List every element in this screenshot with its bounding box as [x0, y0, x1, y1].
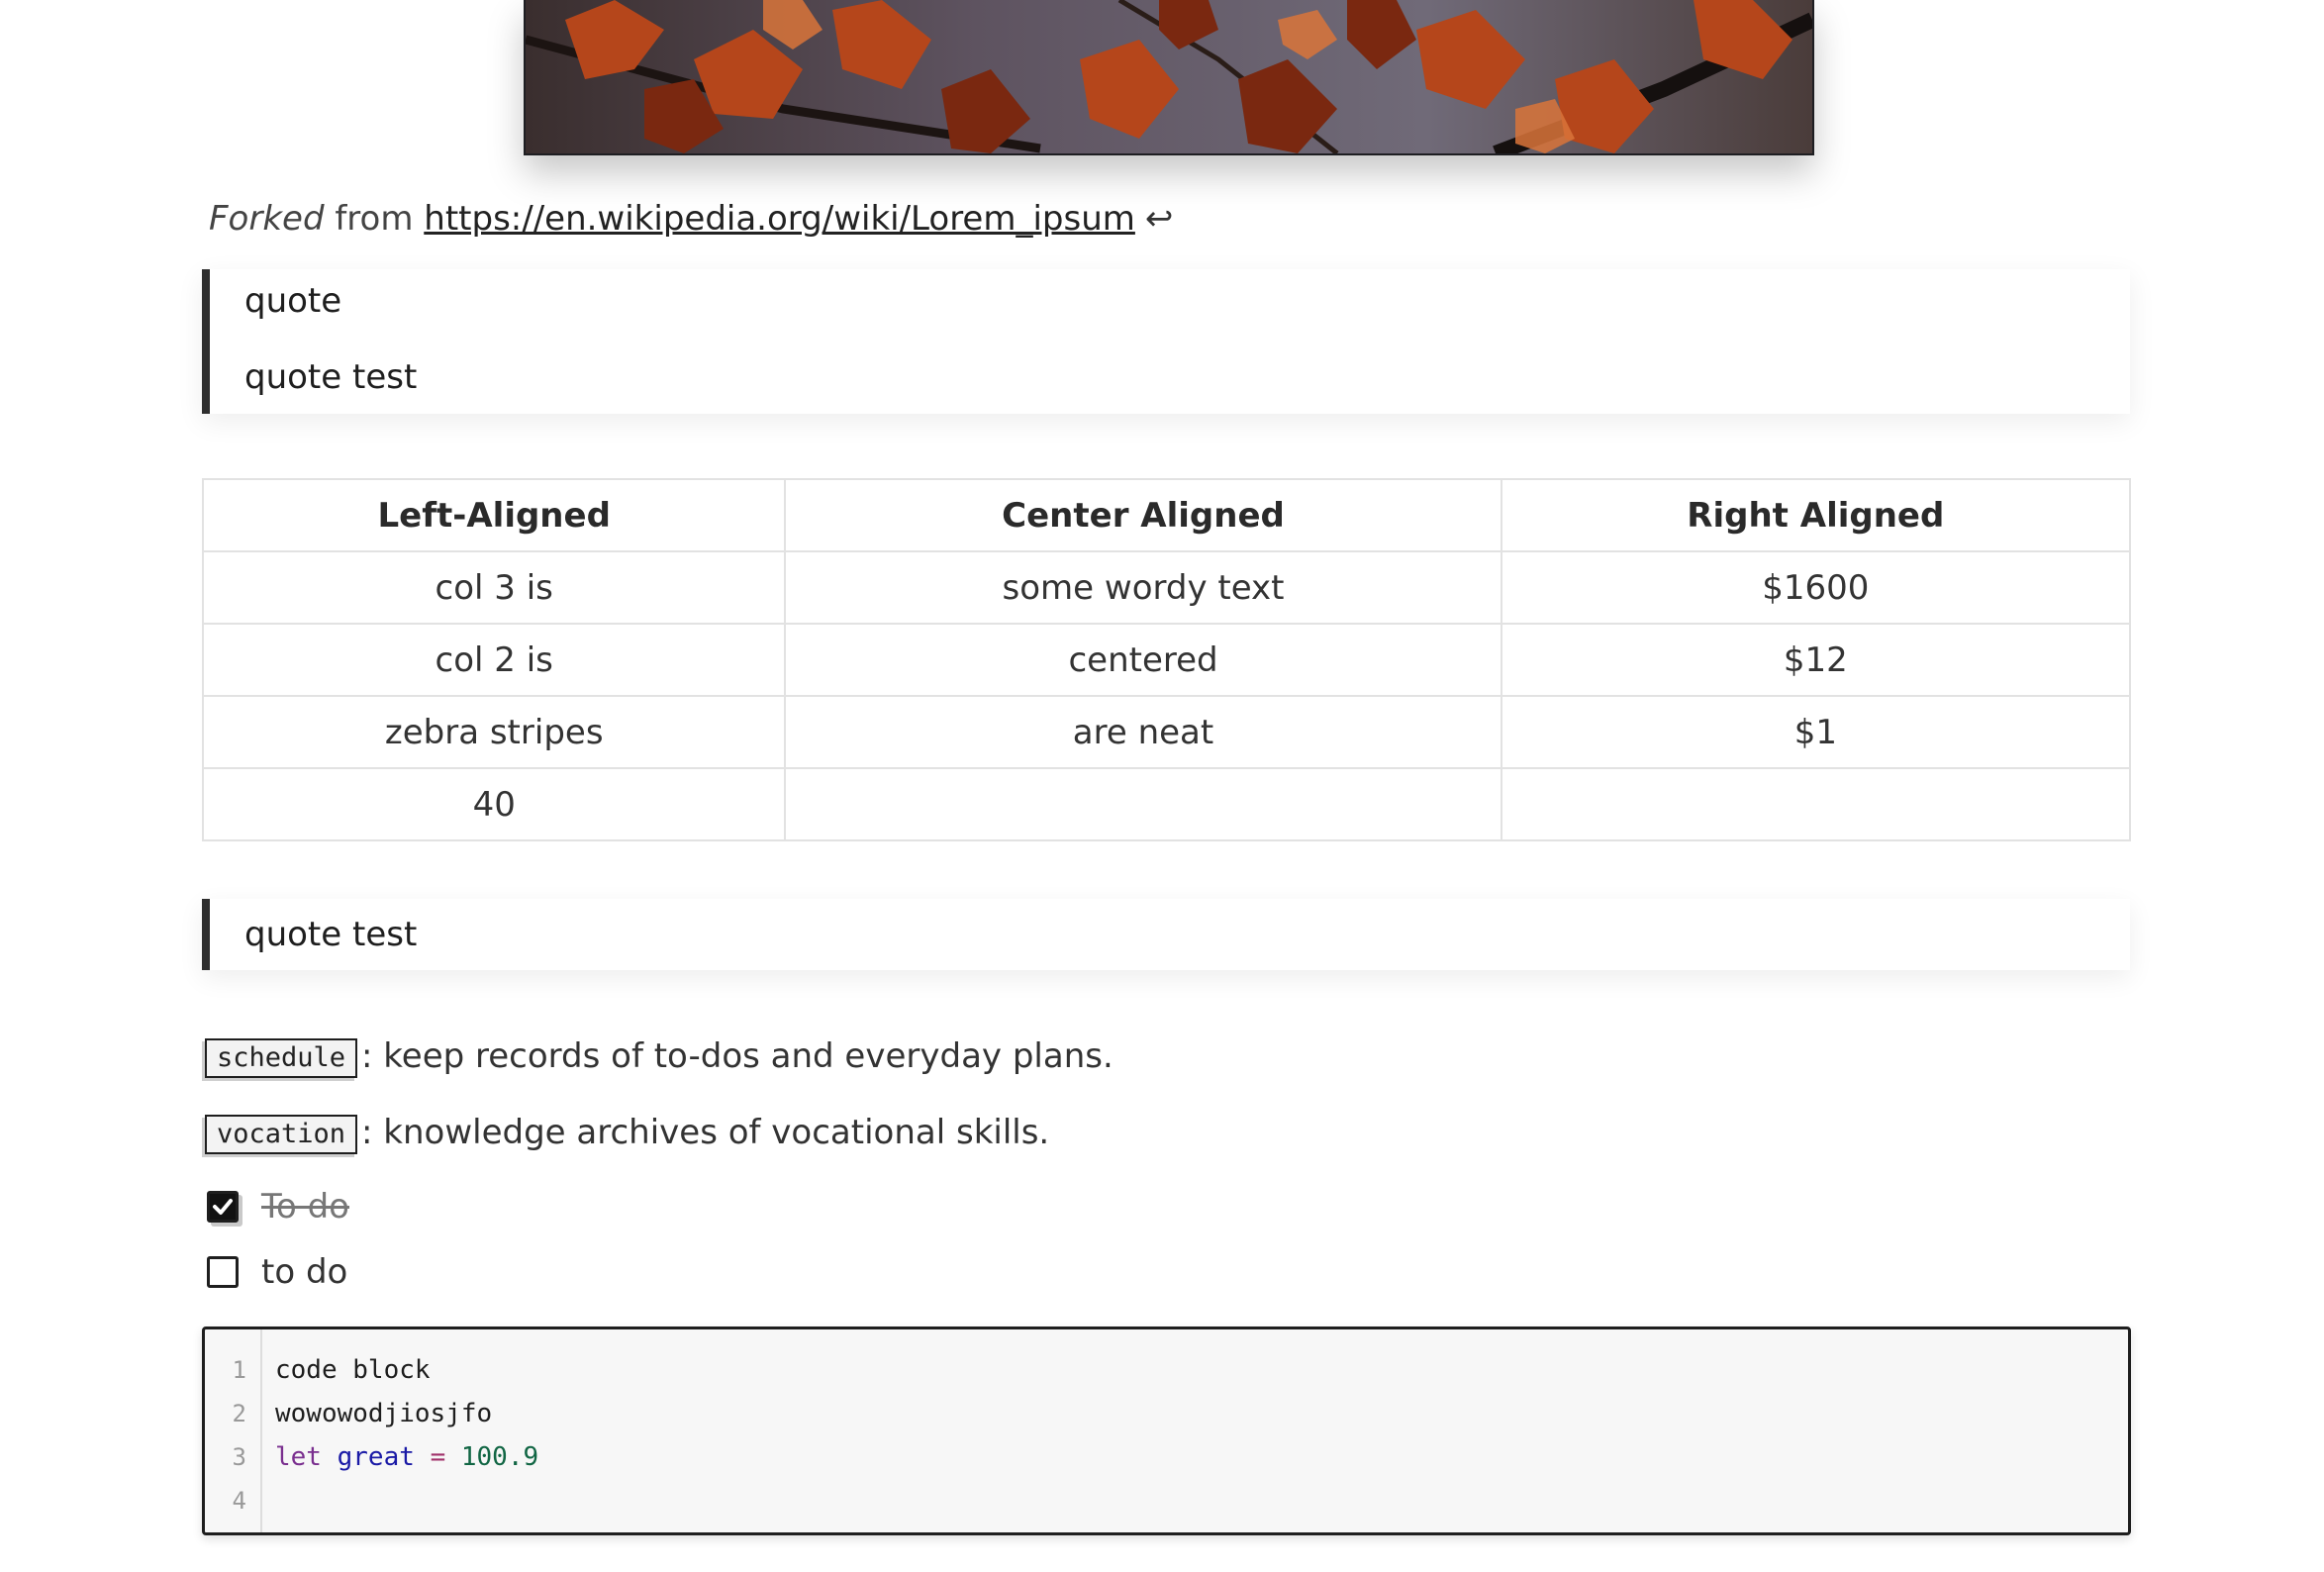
- checked-checkbox[interactable]: [207, 1191, 239, 1223]
- tag-vocation[interactable]: vocation: [205, 1114, 358, 1154]
- blockquote-line: quote test: [244, 915, 418, 954]
- autumn-leaves-photo-icon: [526, 0, 1812, 153]
- data-table: Left-Aligned Center Aligned Right Aligne…: [201, 478, 2132, 841]
- blockquote: quote quote test: [202, 269, 2130, 414]
- table-cell: [784, 767, 1502, 841]
- table-row: col 2 is centered $12: [201, 623, 2132, 697]
- footnote: Forked from https://en.wikipedia.org/wik…: [209, 194, 1173, 244]
- table-header-cell: Right Aligned: [1500, 478, 2132, 552]
- code-line: let great = 100.9: [275, 1435, 538, 1479]
- footnote-text: from: [324, 199, 425, 239]
- footnote-backref-icon[interactable]: ↩: [1145, 199, 1174, 239]
- table-cell: [1500, 767, 2132, 841]
- table-cell: col 2 is: [201, 623, 787, 697]
- table-cell: $1: [1500, 695, 2132, 769]
- line-number: 1: [232, 1356, 246, 1384]
- table-cell: 40: [201, 767, 787, 841]
- tag-description: : knowledge archives of vocational skill…: [361, 1113, 1050, 1152]
- table-row: zebra stripes are neat $1: [201, 695, 2132, 769]
- tag-schedule[interactable]: schedule: [205, 1037, 358, 1078]
- blockquote-line: quote test: [244, 357, 418, 397]
- code-variable: great: [337, 1442, 415, 1472]
- table-row: col 3 is some wordy text $1600: [201, 550, 2132, 625]
- table-cell: are neat: [784, 695, 1502, 769]
- line-number-gutter: 1 2 3 4: [205, 1329, 262, 1532]
- footnote-emphasis: Forked: [209, 199, 325, 239]
- hero-image: [524, 0, 1814, 155]
- tag-paragraph: schedule: keep records of to-dos and eve…: [205, 1032, 1114, 1080]
- table-header-cell: Left-Aligned: [201, 478, 787, 552]
- task-label: to do: [261, 1252, 348, 1292]
- line-number: 2: [232, 1400, 246, 1427]
- table-cell: some wordy text: [784, 550, 1502, 625]
- task-label: To do: [261, 1187, 349, 1227]
- table-cell: $1600: [1500, 550, 2132, 625]
- tag-paragraph: vocation: knowledge archives of vocation…: [205, 1109, 1049, 1156]
- table-cell: col 3 is: [201, 550, 787, 625]
- code-number: 100.9: [460, 1442, 539, 1472]
- line-number: 4: [232, 1487, 246, 1515]
- table-row: 40: [201, 767, 2132, 841]
- blockquote: quote test: [202, 899, 2130, 970]
- footnote-link[interactable]: https://en.wikipedia.org/wiki/Lorem_ipsu…: [424, 199, 1135, 239]
- unchecked-checkbox[interactable]: [207, 1256, 239, 1288]
- code-keyword: let: [275, 1442, 322, 1472]
- document-page: Forked from https://en.wikipedia.org/wik…: [0, 0, 2324, 1572]
- code-block[interactable]: 1 2 3 4 code block wowowodjiosjfo let gr…: [202, 1326, 2131, 1535]
- table-cell: zebra stripes: [201, 695, 787, 769]
- table-header-cell: Center Aligned: [784, 478, 1502, 552]
- table-cell: centered: [784, 623, 1502, 697]
- line-number: 3: [232, 1443, 246, 1471]
- code-operator: =: [430, 1442, 446, 1472]
- code-line: code block: [275, 1355, 431, 1385]
- code-line: wowowodjiosjfo: [275, 1399, 493, 1428]
- table-header-row: Left-Aligned Center Aligned Right Aligne…: [201, 478, 2132, 552]
- tag-description: : keep records of to-dos and everyday pl…: [361, 1036, 1114, 1076]
- table-cell: $12: [1500, 623, 2132, 697]
- checkmark-icon: [213, 1199, 233, 1215]
- blockquote-line: quote: [244, 281, 342, 321]
